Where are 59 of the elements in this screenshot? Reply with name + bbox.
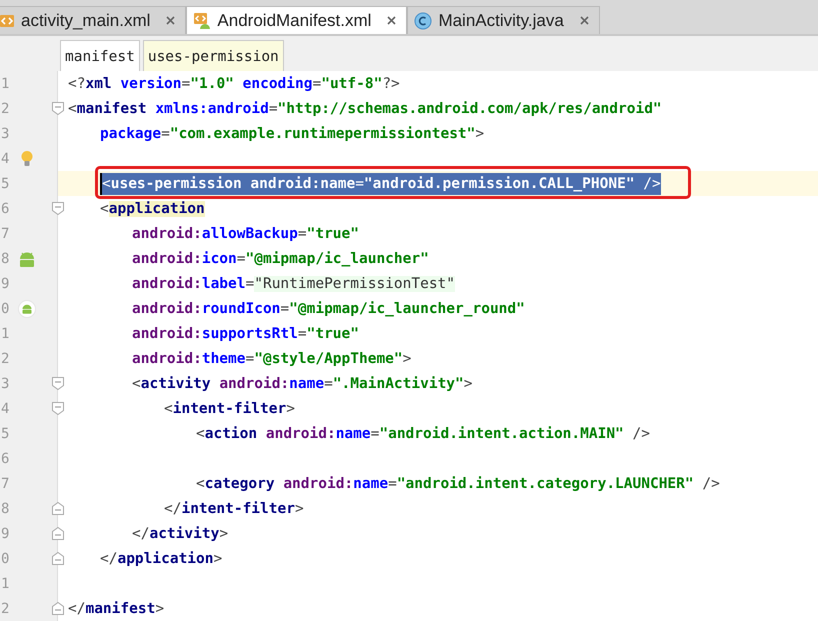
code-line: </activity> bbox=[132, 524, 228, 544]
line-number: 3 bbox=[0, 376, 10, 392]
editor-tab[interactable]: MainActivity.java bbox=[407, 6, 600, 34]
editor-tab[interactable]: activity_main.xml bbox=[0, 6, 186, 34]
line-number: 5 bbox=[0, 426, 10, 442]
line-number: 7 bbox=[0, 476, 10, 492]
code-line: package="com.example.runtimepermissiontest"> bbox=[100, 124, 484, 144]
fold-icon[interactable] bbox=[52, 552, 64, 565]
code-line: </intent-filter> bbox=[164, 500, 304, 518]
line-number: 1 bbox=[0, 326, 10, 342]
xml-file-icon bbox=[0, 12, 15, 28]
line-number: 9 bbox=[0, 276, 10, 292]
manifest-file-icon bbox=[193, 12, 212, 30]
code-line: android:allowBackup="true" bbox=[132, 224, 359, 244]
line-number: 1 bbox=[0, 76, 10, 92]
code-line: <action android:name="android.intent.action.MAIN" /> bbox=[196, 424, 650, 444]
breadcrumb[interactable]: uses-permission bbox=[142, 40, 284, 71]
code-line: <application bbox=[100, 200, 205, 218]
line-number: 1 bbox=[0, 576, 10, 592]
code-line: android:label="RuntimePermissionTest" bbox=[132, 274, 456, 294]
code-line: </application> bbox=[100, 550, 222, 568]
fold-icon[interactable] bbox=[52, 102, 64, 115]
line-number: 3 bbox=[0, 126, 10, 142]
line-number: 4 bbox=[0, 150, 10, 166]
code-line: <activity android:name=".MainActivity"> bbox=[132, 374, 472, 394]
line-number: 6 bbox=[0, 450, 10, 466]
line-number: 8 bbox=[0, 250, 10, 266]
line-number: 2 bbox=[0, 100, 10, 116]
code-line: <manifest xmlns:android="http://schemas.android.com/apk/res/android" bbox=[68, 100, 662, 118]
line-number: 2 bbox=[0, 350, 10, 366]
fold-icon[interactable] bbox=[52, 402, 64, 415]
line-number: 4 bbox=[0, 400, 10, 416]
breadcrumb[interactable]: manifest bbox=[60, 40, 140, 71]
line-number: 0 bbox=[0, 300, 10, 316]
code-line: android:theme="@style/AppTheme"> bbox=[132, 350, 412, 368]
class-file-icon bbox=[414, 12, 432, 30]
editor-tab[interactable]: AndroidManifest.xml bbox=[186, 6, 408, 34]
code-line: <category android:name="android.intent.category.LAUNCHER" /> bbox=[196, 474, 720, 494]
android-icon bbox=[18, 300, 36, 318]
fold-icon[interactable] bbox=[52, 202, 64, 215]
code-line: <?xml version="1.0" encoding="utf-8"?> bbox=[68, 74, 400, 94]
code-line: android:icon="@mipmap/ic_launcher" bbox=[132, 250, 429, 268]
fold-icon[interactable] bbox=[52, 527, 64, 540]
code-line: </manifest> bbox=[68, 600, 164, 618]
lightbulb-icon[interactable] bbox=[20, 150, 34, 168]
android-icon bbox=[18, 250, 36, 266]
line-number: 5 bbox=[0, 176, 10, 192]
line-number: 0 bbox=[0, 550, 10, 566]
fold-icon[interactable] bbox=[52, 602, 64, 615]
line-number: 9 bbox=[0, 526, 10, 542]
code-line: <intent-filter> bbox=[164, 400, 295, 418]
fold-icon[interactable] bbox=[52, 377, 64, 390]
code-line: android:roundIcon="@mipmap/ic_launcher_round" bbox=[132, 300, 525, 318]
line-number: 7 bbox=[0, 226, 10, 242]
line-number: 8 bbox=[0, 500, 10, 516]
fold-icon[interactable] bbox=[52, 502, 64, 515]
line-number: 6 bbox=[0, 200, 10, 216]
line-number: 2 bbox=[0, 600, 10, 616]
code-line: android:supportsRtl="true" bbox=[132, 324, 359, 344]
